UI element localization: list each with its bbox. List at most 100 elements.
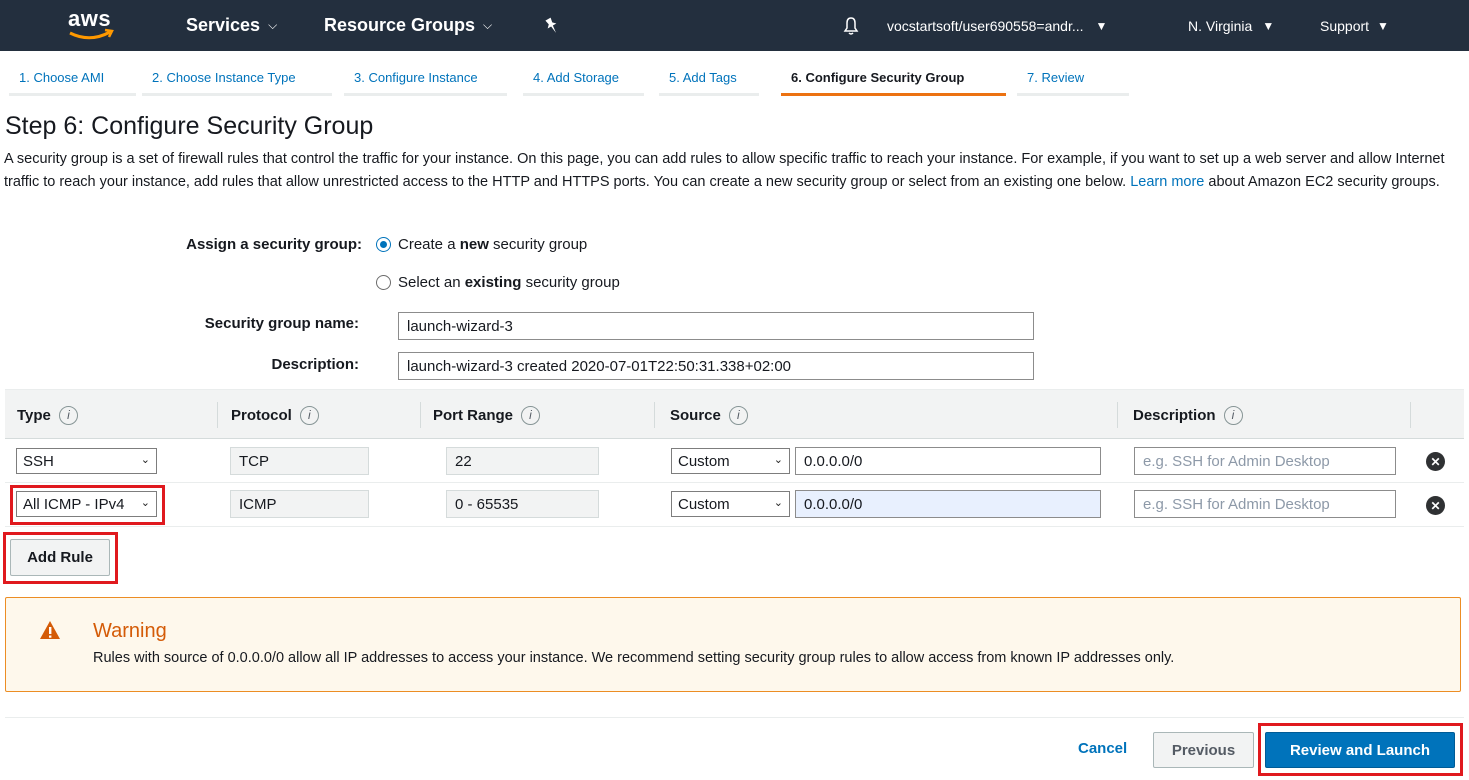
radio-select-existing[interactable]: Select an existing security group [376,274,620,291]
warning-title: Warning [93,620,167,642]
caret-down-icon: ▼ [1377,18,1389,33]
intro-text: A security group is a set of firewall ru… [4,148,1454,194]
chevron-down-icon: ⌵ [483,18,493,32]
security-group-name-input[interactable] [398,312,1034,340]
tab-choose-ami[interactable]: 1. Choose AMI [9,62,136,96]
account-label: vocstartsoft/user690558=andr... [887,17,1084,34]
select-value: Custom [678,452,730,470]
radio-button-selected[interactable] [376,237,391,252]
header-label: Protocol [231,406,292,424]
support-label: Support [1320,17,1370,34]
column-divider [1117,402,1118,428]
warning-message: Rules with source of 0.0.0.0/0 allow all… [93,650,1175,666]
info-icon[interactable]: i [58,405,78,425]
aws-smile-icon [69,28,114,40]
radio-create-new[interactable]: Create a new security group [376,236,587,253]
radio-select-existing-label: Select an existing security group [398,274,620,291]
radio-text-bold: new [459,236,489,253]
radio-create-new-label: Create a new security group [398,236,587,253]
cancel-link[interactable]: Cancel [1078,740,1127,757]
security-group-name-label: Security group name: [204,315,359,332]
column-divider [217,402,218,428]
pin-icon[interactable] [544,0,560,51]
rule-protocol-field: TCP [230,447,369,475]
description-label: Description: [271,356,359,373]
services-menu[interactable]: Services ⌵ [186,0,277,51]
chevron-down-icon: ⌵ [268,18,278,32]
region-menu[interactable]: N. Virginia ▼ [1188,0,1274,51]
tab-choose-instance-type[interactable]: 2. Choose Instance Type [142,62,332,96]
description-input[interactable] [398,352,1034,380]
header-label: Description [1133,406,1216,424]
resource-groups-label: Resource Groups [324,15,476,35]
highlight-box-add-rule [3,532,118,584]
account-menu[interactable]: vocstartsoft/user690558=andr... ▼ [887,0,1107,51]
remove-rule-icon[interactable]: ✕ [1426,452,1445,471]
row-divider [5,526,1464,527]
intro-text-tail: about Amazon EC2 security groups. [1208,174,1440,190]
tab-configure-security-group[interactable]: 6. Configure Security Group [781,62,1006,96]
info-icon[interactable]: i [521,405,541,425]
highlight-box-review [1258,723,1463,776]
footer-divider [5,717,1464,718]
rule-source-select[interactable]: Custom ⌄ [671,491,790,517]
radio-button-unselected[interactable] [376,275,391,290]
tab-add-storage[interactable]: 4. Add Storage [523,62,644,96]
radio-text-bold: existing [464,274,522,291]
tab-add-tags[interactable]: 5. Add Tags [659,62,759,96]
row-divider [5,482,1464,483]
column-header-port-range: Port Range i [433,390,541,440]
rule-source-select[interactable]: Custom ⌄ [671,448,790,474]
learn-more-link[interactable]: Learn more [1130,174,1204,190]
notifications-bell[interactable] [842,0,860,51]
rules-table-header: Type i Protocol i Port Range i Source i Desc… [5,389,1464,439]
rule-protocol-field: ICMP [230,490,369,518]
rule-description-input[interactable]: e.g. SSH for Admin Desktop [1134,447,1396,475]
region-label: N. Virginia [1188,17,1253,34]
rule-source-cidr-input[interactable]: 0.0.0.0/0 [795,447,1101,475]
services-label: Services [186,15,261,35]
remove-rule-icon[interactable]: ✕ [1426,496,1445,515]
column-header-protocol: Protocol i [231,390,319,440]
warning-icon [40,621,60,639]
column-divider [1410,402,1411,428]
previous-button[interactable]: Previous [1153,732,1254,768]
highlight-box-type [10,485,165,525]
chevron-down-icon: ⌄ [773,497,783,509]
radio-text: security group [521,274,620,291]
rule-port-range-field: 22 [446,447,599,475]
column-header-source: Source i [670,390,748,440]
radio-text: Select an [398,274,465,291]
header-label: Source [670,406,721,424]
rule-source-cidr-input[interactable]: 0.0.0.0/0 [795,490,1101,518]
radio-text: Create a [398,236,460,253]
column-divider [420,402,421,428]
top-navigation-bar: aws Services ⌵ Resource Groups ⌵ vocstar… [0,0,1469,51]
caret-down-icon: ▼ [1095,18,1108,33]
header-label: Type [17,406,51,424]
rule-port-range-field: 0 - 65535 [446,490,599,518]
pushpin-icon [545,17,557,33]
rule-description-input[interactable]: e.g. SSH for Admin Desktop [1134,490,1396,518]
info-icon[interactable]: i [1223,405,1243,425]
support-menu[interactable]: Support ▼ [1320,0,1389,51]
column-header-description: Description i [1133,390,1243,440]
info-icon[interactable]: i [728,405,748,425]
tab-configure-instance[interactable]: 3. Configure Instance [344,62,507,96]
select-value: Custom [678,495,730,513]
chevron-down-icon: ⌄ [140,454,150,466]
caret-down-icon: ▼ [1262,18,1275,33]
info-icon[interactable]: i [299,405,319,425]
select-value: SSH [23,452,54,470]
rule-type-select[interactable]: SSH ⌄ [16,448,157,474]
column-divider [654,402,655,428]
radio-text: security group [488,236,588,253]
assign-security-group-label: Assign a security group: [186,236,362,253]
aws-logo[interactable]: aws [66,6,118,44]
bell-icon [843,16,859,35]
warning-alert: Warning Rules with source of 0.0.0.0/0 a… [5,597,1461,692]
tab-review[interactable]: 7. Review [1017,62,1129,96]
resource-groups-menu[interactable]: Resource Groups ⌵ [324,0,492,51]
page-title: Step 6: Configure Security Group [5,112,374,140]
column-header-type: Type i [17,390,78,440]
